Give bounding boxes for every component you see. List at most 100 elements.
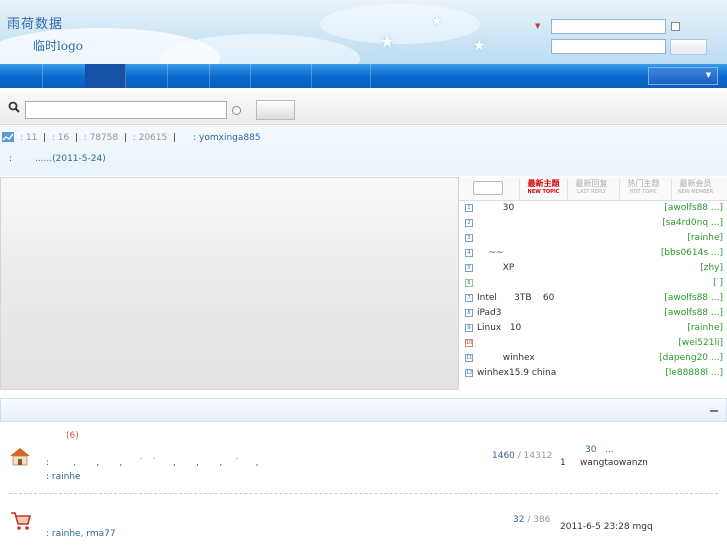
topic-author[interactable]: [dapeng20 ...] <box>659 351 723 366</box>
today-posts-count: (6) <box>66 431 79 441</box>
collapse-icon[interactable] <box>710 410 718 412</box>
nav-item[interactable] <box>251 64 312 88</box>
tab-new-member[interactable]: 最新会员 NEW MEMBER <box>671 179 719 199</box>
topic-author[interactable]: [bbs0614s ...] <box>661 246 723 261</box>
main-nav: ▼ <box>0 64 727 88</box>
remember-me-checkbox[interactable] <box>671 22 680 31</box>
topic-author[interactable]: [awolfs88 ...] <box>664 306 723 321</box>
topic-row[interactable]: 10 [wei521li] <box>463 336 725 351</box>
nav-dropdown[interactable]: ▼ <box>648 67 718 85</box>
topic-author[interactable]: [sa4rd0nq ...] <box>662 216 723 231</box>
rank-badge: 8 <box>465 309 473 317</box>
thread-count: 32 <box>513 515 525 525</box>
topic-author[interactable]: [awolfs88 ...] <box>664 291 723 306</box>
topic-title[interactable]: Intel 3TB 60 <box>477 291 554 306</box>
forum-row: (6) : , , , ˙ ˙ , , , ˙ , : rainhe 1460 … <box>0 424 727 484</box>
stats-chart-icon <box>2 132 14 142</box>
topic-author[interactable]: [rainhe] <box>687 231 723 246</box>
announcement-label: : <box>9 154 13 164</box>
tab-label: 热门主题 <box>627 179 660 188</box>
forum-moderator[interactable]: : rainhe <box>46 472 81 482</box>
rank-badge: 7 <box>465 294 473 302</box>
topic-row[interactable]: 6 [ ] <box>463 276 725 291</box>
forum-description: : , , , ˙ ˙ , , , ˙ , <box>46 458 260 468</box>
login-button[interactable] <box>670 39 707 55</box>
tab-new-topic[interactable]: 最新主题 NEW TOPIC <box>519 179 567 199</box>
topic-author[interactable]: [wei521li] <box>678 336 723 351</box>
search-icon <box>8 101 20 113</box>
topic-tabs: 最新主题 NEW TOPIC 最新回复 LAST REPLY 热门主题 HOT … <box>459 177 727 201</box>
password-input[interactable] <box>551 39 666 54</box>
topic-list-panel: 最新主题 NEW TOPIC 最新回复 LAST REPLY 热门主题 HOT … <box>458 177 727 390</box>
search-scope-radio[interactable] <box>232 106 241 115</box>
tab-sublabel: HOT TOPIC <box>629 189 658 195</box>
rank-badge: 1 <box>465 204 473 212</box>
topic-row[interactable]: 1 30 [awolfs88 ...] <box>463 201 725 216</box>
newest-member-link[interactable]: : yomxinga885 <box>193 133 260 143</box>
nav-item-active[interactable] <box>85 64 126 88</box>
rank-badge: 3 <box>465 234 473 242</box>
topic-title[interactable]: 30 <box>477 201 514 216</box>
search-input[interactable] <box>25 101 227 119</box>
topic-row[interactable]: 4 ~~ [bbs0614s ...] <box>463 246 725 261</box>
topic-row[interactable]: 7 Intel 3TB 60 [awolfs88 ...] <box>463 291 725 306</box>
nav-item[interactable] <box>168 64 210 88</box>
tab-sublabel: NEW TOPIC <box>527 189 560 195</box>
house-icon <box>10 448 30 466</box>
nav-item[interactable] <box>210 64 251 88</box>
topic-row[interactable]: 9 Linux 10 [rainhe] <box>463 321 725 336</box>
tab-label: 最新回复 <box>575 179 608 188</box>
last-post-info[interactable]: 2011-6-5 23:28 mgq <box>560 522 653 532</box>
search-button[interactable] <box>256 100 295 120</box>
forum-moderator[interactable]: : rainhe, rma77 <box>46 529 116 539</box>
rank-badge: 9 <box>465 324 473 332</box>
rank-badge: 6 <box>465 279 473 287</box>
topic-title[interactable]: winhex <box>477 351 535 366</box>
nav-item[interactable] <box>0 64 43 88</box>
rank-badge: 4 <box>465 249 473 257</box>
topic-title[interactable]: ~~ <box>477 246 503 261</box>
topic-author[interactable]: [ ] <box>713 276 723 291</box>
tab-sublabel: LAST REPLY <box>577 189 606 195</box>
announcement-link[interactable]: ......(2011-5-24) <box>35 154 106 164</box>
topic-author[interactable]: [zhy] <box>700 261 723 276</box>
star-icon: ★ <box>473 38 486 54</box>
nav-item[interactable] <box>312 64 371 88</box>
tab-last-reply[interactable]: 最新回复 LAST REPLY <box>567 179 615 199</box>
topic-row[interactable]: 11 winhex [dapeng20 ...] <box>463 351 725 366</box>
topic-row[interactable]: 8 iPad3 [awolfs88 ...] <box>463 306 725 321</box>
rank-badge: 5 <box>465 264 473 272</box>
topic-author[interactable]: [le88888l ...] <box>665 366 723 381</box>
post-count: / 386 <box>527 515 551 525</box>
rank-badge: 12 <box>465 369 473 377</box>
topic-title[interactable]: Linux 10 <box>477 321 521 336</box>
topic-author[interactable]: [awolfs88 ...] <box>664 201 723 216</box>
topic-row[interactable]: 12 winhex15.9 china [le88888l ...] <box>463 366 725 381</box>
topic-row[interactable]: 3 [rainhe] <box>463 231 725 246</box>
rank-badge: 10 <box>465 339 473 347</box>
topic-title[interactable]: winhex15.9 china <box>477 366 556 381</box>
username-input[interactable] <box>551 19 666 34</box>
last-post-title[interactable]: 30 ... <box>585 445 614 455</box>
topic-row[interactable]: 2 [sa4rd0nq ...] <box>463 216 725 231</box>
forum-counts: 1460 / 14312 <box>492 451 552 461</box>
last-post-info[interactable]: 1 wangtaowanzn <box>560 458 648 468</box>
chevron-down-icon: ▼ <box>705 71 711 79</box>
login-type-dropdown-icon[interactable]: ▼ <box>535 22 540 30</box>
forum-row: : rainhe, rma77 32 / 386 2011-6-5 23:28 … <box>0 494 727 554</box>
cloud-decoration <box>320 4 480 44</box>
thread-count: 1460 <box>492 451 515 461</box>
forum-category-header <box>0 398 727 422</box>
topic-title[interactable]: XP <box>477 261 515 276</box>
topic-author[interactable]: [rainhe] <box>687 321 723 336</box>
topic-row[interactable]: 5 XP [zhy] <box>463 261 725 276</box>
site-title[interactable]: 雨荷数据 <box>7 13 63 32</box>
nav-item[interactable] <box>126 64 168 88</box>
stat-item: : 78758 <box>83 133 119 143</box>
logo-subtitle: 临时logo <box>33 39 83 53</box>
topic-title[interactable]: iPad3 <box>477 306 501 321</box>
star-icon: ★ <box>380 32 395 51</box>
tab-hot-topic[interactable]: 热门主题 HOT TOPIC <box>619 179 667 199</box>
tab-sublabel: NEW MEMBER <box>677 189 714 195</box>
star-icon: ★ <box>431 14 443 29</box>
